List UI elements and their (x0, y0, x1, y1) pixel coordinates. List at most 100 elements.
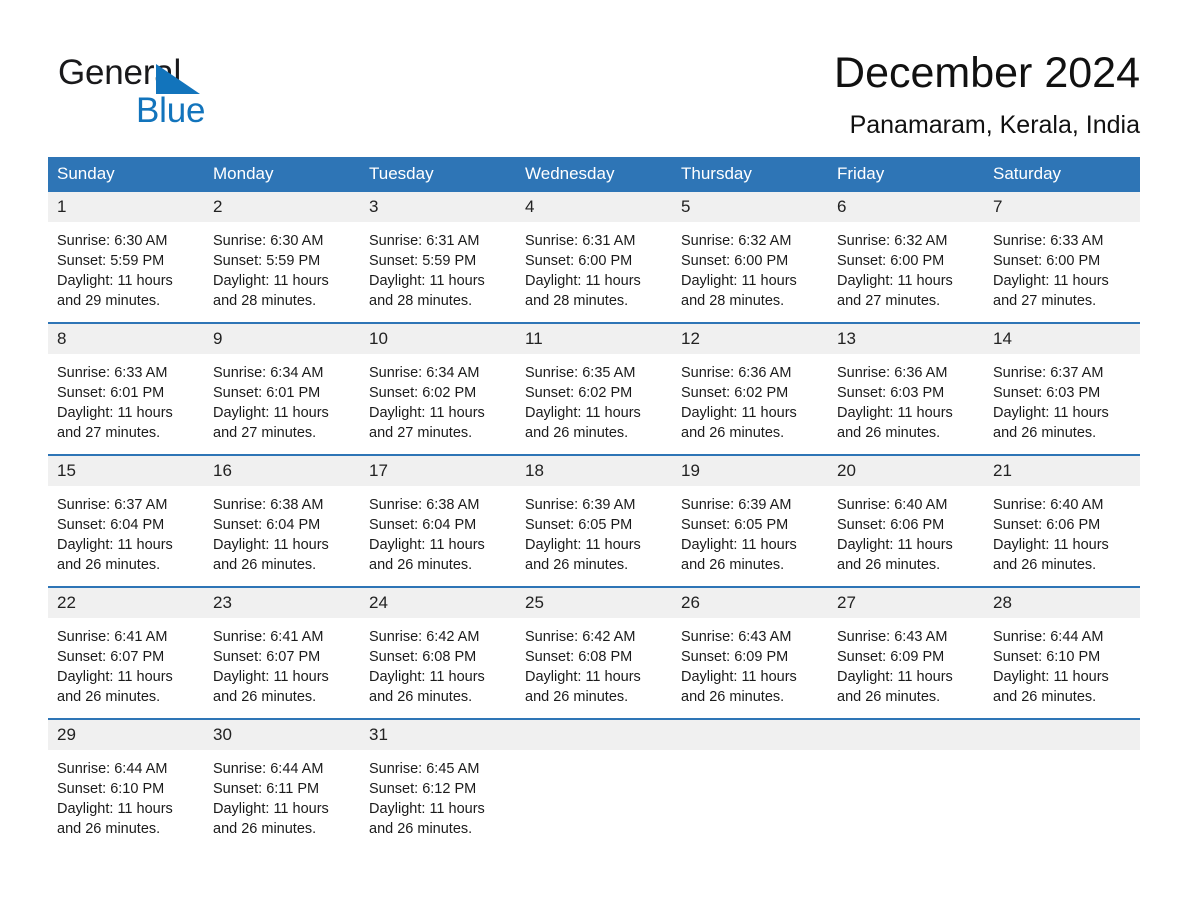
day-details: Sunrise: 6:44 AM Sunset: 6:11 PM Daylight:… (204, 750, 360, 850)
daylight-duration-line2: and 26 minutes. (837, 557, 941, 573)
calendar-day-cell[interactable]: 13 Sunrise: 6:36 AM Sunset: 6:03 PM Dayligh… (828, 322, 984, 455)
sunrise-time: Sunrise: 6:45 AM (369, 761, 480, 777)
sunset-time: Sunset: 6:02 PM (525, 385, 633, 401)
day-details: Sunrise: 6:35 AM Sunset: 6:02 PM Daylight:… (516, 354, 672, 454)
calendar-day-cell[interactable]: 16 Sunrise: 6:38 AM Sunset: 6:04 PM Dayligh… (204, 454, 360, 587)
sunrise-time: Sunrise: 6:39 AM (525, 497, 636, 513)
calendar-day-cell[interactable]: 30 Sunrise: 6:44 AM Sunset: 6:11 PM Dayligh… (204, 718, 360, 850)
daylight-duration-line2: and 26 minutes. (525, 425, 629, 441)
calendar-day-cell[interactable]: 19 Sunrise: 6:39 AM Sunset: 6:05 PM Dayligh… (672, 454, 828, 587)
sunset-time: Sunset: 6:06 PM (993, 517, 1101, 533)
day-number: 15 (48, 456, 204, 486)
day-details (516, 750, 672, 850)
daylight-duration-line1: Daylight: 11 hours (837, 537, 953, 553)
day-number: 11 (516, 324, 672, 354)
sunset-time: Sunset: 6:01 PM (57, 385, 165, 401)
day-details: Sunrise: 6:36 AM Sunset: 6:03 PM Daylight:… (828, 354, 984, 454)
sunset-time: Sunset: 6:10 PM (57, 781, 165, 797)
daylight-duration-line2: and 26 minutes. (993, 689, 1097, 705)
sunrise-time: Sunrise: 6:31 AM (369, 233, 480, 249)
day-details: Sunrise: 6:41 AM Sunset: 6:07 PM Daylight:… (204, 618, 360, 718)
sunrise-time: Sunrise: 6:42 AM (525, 629, 636, 645)
calendar-day-cell[interactable]: 28 Sunrise: 6:44 AM Sunset: 6:10 PM Dayligh… (984, 586, 1140, 719)
daylight-duration-line2: and 26 minutes. (993, 425, 1097, 441)
sunrise-time: Sunrise: 6:38 AM (369, 497, 480, 513)
sunrise-time: Sunrise: 6:30 AM (57, 233, 168, 249)
daylight-duration-line2: and 26 minutes. (57, 821, 161, 837)
weekday-header-wednesday: Wednesday (516, 157, 672, 192)
daylight-duration-line1: Daylight: 11 hours (681, 405, 797, 421)
calendar-day-cell[interactable]: 4 Sunrise: 6:31 AM Sunset: 6:00 PM Daylight… (516, 192, 672, 323)
daylight-duration-line1: Daylight: 11 hours (57, 537, 173, 553)
calendar-day-cell[interactable]: 6 Sunrise: 6:32 AM Sunset: 6:00 PM Daylight… (828, 192, 984, 323)
day-number: 17 (360, 456, 516, 486)
calendar-week-row: 1 Sunrise: 6:30 AM Sunset: 5:59 PM Daylight… (48, 192, 1140, 323)
day-details: Sunrise: 6:37 AM Sunset: 6:03 PM Daylight:… (984, 354, 1140, 454)
sunset-time: Sunset: 6:01 PM (213, 385, 321, 401)
day-details: Sunrise: 6:38 AM Sunset: 6:04 PM Daylight:… (360, 486, 516, 586)
calendar-day-cell[interactable]: 14 Sunrise: 6:37 AM Sunset: 6:03 PM Dayligh… (984, 322, 1140, 455)
daylight-duration-line2: and 28 minutes. (369, 293, 473, 309)
sunset-time: Sunset: 6:12 PM (369, 781, 477, 797)
calendar-day-cell[interactable]: 23 Sunrise: 6:41 AM Sunset: 6:07 PM Dayligh… (204, 586, 360, 719)
calendar-day-cell[interactable]: 26 Sunrise: 6:43 AM Sunset: 6:09 PM Dayligh… (672, 586, 828, 719)
calendar-day-cell[interactable]: 8 Sunrise: 6:33 AM Sunset: 6:01 PM Daylight… (48, 322, 204, 455)
day-details: Sunrise: 6:32 AM Sunset: 6:00 PM Daylight:… (828, 222, 984, 322)
calendar-day-cell[interactable]: 27 Sunrise: 6:43 AM Sunset: 6:09 PM Dayligh… (828, 586, 984, 719)
calendar-day-cell[interactable]: 2 Sunrise: 6:30 AM Sunset: 5:59 PM Daylight… (204, 192, 360, 323)
daylight-duration-line1: Daylight: 11 hours (837, 405, 953, 421)
sunset-time: Sunset: 6:05 PM (525, 517, 633, 533)
day-number: 21 (984, 456, 1140, 486)
calendar-day-cell[interactable]: 5 Sunrise: 6:32 AM Sunset: 6:00 PM Daylight… (672, 192, 828, 323)
general-blue-logo[interactable]: General Blue (58, 52, 258, 136)
calendar-day-cell[interactable]: 12 Sunrise: 6:36 AM Sunset: 6:02 PM Dayligh… (672, 322, 828, 455)
daylight-duration-line2: and 26 minutes. (681, 425, 785, 441)
calendar-day-cell[interactable]: 3 Sunrise: 6:31 AM Sunset: 5:59 PM Daylight… (360, 192, 516, 323)
daylight-duration-line1: Daylight: 11 hours (57, 405, 173, 421)
daylight-duration-line1: Daylight: 11 hours (993, 405, 1109, 421)
calendar-day-cell[interactable]: 11 Sunrise: 6:35 AM Sunset: 6:02 PM Dayligh… (516, 322, 672, 455)
day-details: Sunrise: 6:31 AM Sunset: 5:59 PM Daylight:… (360, 222, 516, 322)
daylight-duration-line1: Daylight: 11 hours (369, 669, 485, 685)
sunrise-sunset-calendar: Sunday Monday Tuesday Wednesday Thursday… (48, 157, 1140, 850)
weekday-header-thursday: Thursday (672, 157, 828, 192)
day-number: 1 (48, 192, 204, 222)
daylight-duration-line2: and 28 minutes. (681, 293, 785, 309)
calendar-day-cell[interactable]: 17 Sunrise: 6:38 AM Sunset: 6:04 PM Dayligh… (360, 454, 516, 587)
daylight-duration-line2: and 29 minutes. (57, 293, 161, 309)
day-details: Sunrise: 6:39 AM Sunset: 6:05 PM Daylight:… (672, 486, 828, 586)
calendar-day-cell[interactable]: 22 Sunrise: 6:41 AM Sunset: 6:07 PM Dayligh… (48, 586, 204, 719)
daylight-duration-line2: and 26 minutes. (369, 557, 473, 573)
sunset-time: Sunset: 6:03 PM (837, 385, 945, 401)
daylight-duration-line1: Daylight: 11 hours (213, 537, 329, 553)
calendar-day-cell[interactable]: 9 Sunrise: 6:34 AM Sunset: 6:01 PM Daylight… (204, 322, 360, 455)
sunrise-time: Sunrise: 6:34 AM (213, 365, 324, 381)
calendar-page: General Blue December 2024 Panamaram, Ke… (0, 0, 1188, 918)
sunset-time: Sunset: 5:59 PM (213, 253, 321, 269)
calendar-day-cell[interactable]: 15 Sunrise: 6:37 AM Sunset: 6:04 PM Dayligh… (48, 454, 204, 587)
day-number (984, 720, 1140, 750)
sunset-time: Sunset: 6:04 PM (57, 517, 165, 533)
sunrise-time: Sunrise: 6:44 AM (57, 761, 168, 777)
calendar-day-cell[interactable]: 25 Sunrise: 6:42 AM Sunset: 6:08 PM Dayligh… (516, 586, 672, 719)
sunset-time: Sunset: 6:00 PM (837, 253, 945, 269)
daylight-duration-line1: Daylight: 11 hours (57, 669, 173, 685)
calendar-day-cell[interactable]: 31 Sunrise: 6:45 AM Sunset: 6:12 PM Dayligh… (360, 718, 516, 850)
calendar-day-cell[interactable]: 18 Sunrise: 6:39 AM Sunset: 6:05 PM Dayligh… (516, 454, 672, 587)
sunrise-time: Sunrise: 6:33 AM (57, 365, 168, 381)
calendar-day-cell[interactable]: 7 Sunrise: 6:33 AM Sunset: 6:00 PM Daylight… (984, 192, 1140, 323)
sunset-time: Sunset: 6:08 PM (525, 649, 633, 665)
calendar-day-cell[interactable]: 29 Sunrise: 6:44 AM Sunset: 6:10 PM Dayligh… (48, 718, 204, 850)
calendar-day-cell[interactable]: 20 Sunrise: 6:40 AM Sunset: 6:06 PM Dayligh… (828, 454, 984, 587)
daylight-duration-line2: and 26 minutes. (213, 557, 317, 573)
calendar-day-cell[interactable]: 24 Sunrise: 6:42 AM Sunset: 6:08 PM Dayligh… (360, 586, 516, 719)
day-number: 23 (204, 588, 360, 618)
day-details: Sunrise: 6:40 AM Sunset: 6:06 PM Daylight:… (828, 486, 984, 586)
calendar-day-cell[interactable]: 10 Sunrise: 6:34 AM Sunset: 6:02 PM Dayligh… (360, 322, 516, 455)
day-number: 5 (672, 192, 828, 222)
day-details: Sunrise: 6:31 AM Sunset: 6:00 PM Daylight:… (516, 222, 672, 322)
calendar-day-cell[interactable]: 1 Sunrise: 6:30 AM Sunset: 5:59 PM Daylight… (48, 192, 204, 323)
calendar-day-cell[interactable]: 21 Sunrise: 6:40 AM Sunset: 6:06 PM Dayligh… (984, 454, 1140, 587)
day-number: 20 (828, 456, 984, 486)
daylight-duration-line1: Daylight: 11 hours (993, 669, 1109, 685)
